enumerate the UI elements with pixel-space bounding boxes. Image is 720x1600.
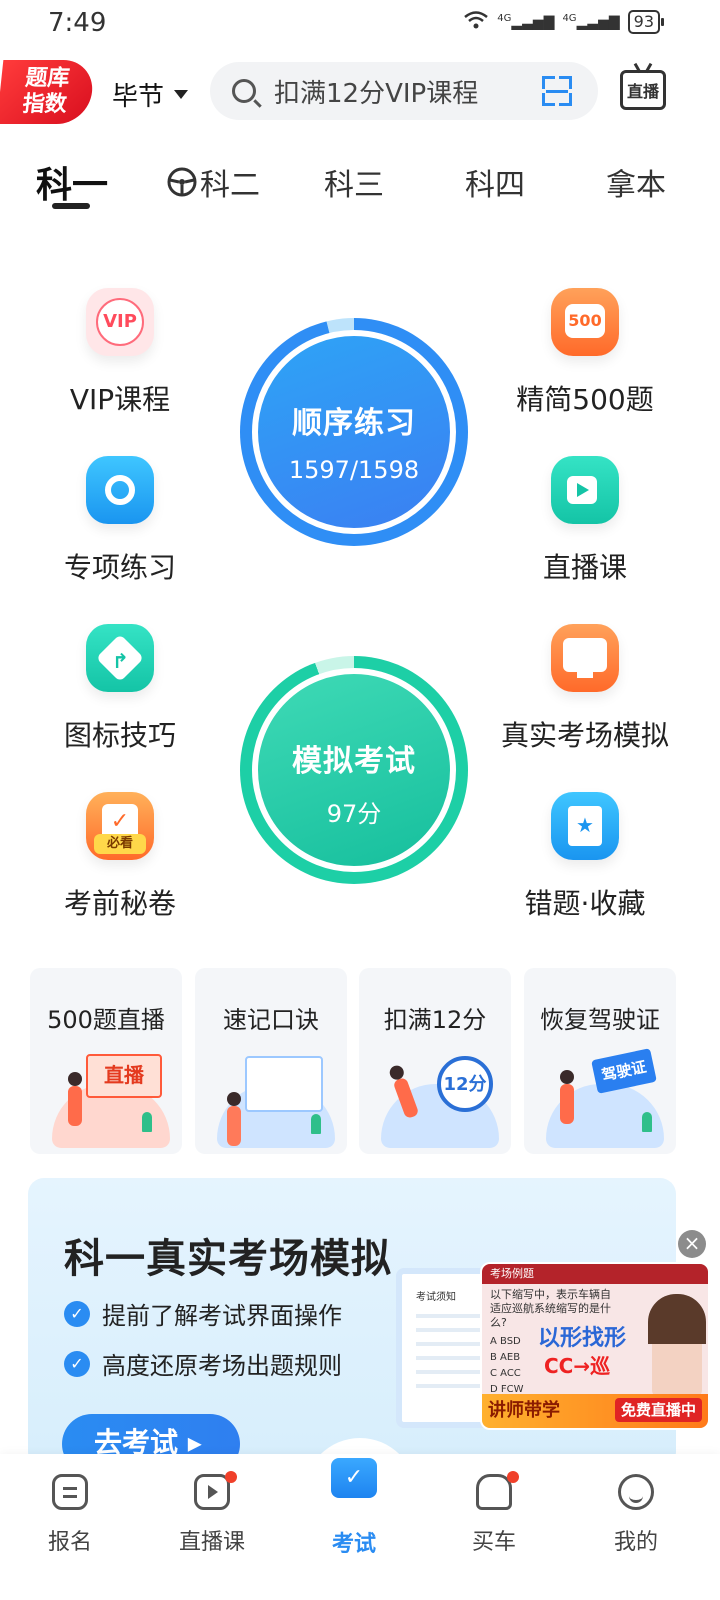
sign-tips-item[interactable]: ↱ 图标技巧 [35, 624, 205, 754]
real-exam-item[interactable]: 真实考场模拟 [500, 624, 670, 754]
order-practice-progress: 1597/1598 [288, 456, 420, 484]
notification-dot [507, 1471, 519, 1483]
check-icon: ✓ [64, 1300, 90, 1327]
simple-500-item[interactable]: 500 精简500题 [500, 288, 670, 418]
floating-live-video[interactable]: 考场例题 以下缩写中，表示车辆自适应巡航系统缩写的是什么? A BSD B AE… [480, 1262, 710, 1430]
live-illustration: 直播 [42, 1048, 170, 1148]
active-tab-indicator [52, 203, 90, 209]
city-label: 毕节 [112, 82, 165, 112]
mnemonics-illustration [207, 1048, 335, 1148]
status-time: 7:49 [48, 8, 107, 38]
search-bar[interactable]: 扣满12分VIP课程 [210, 62, 598, 120]
500-icon: 500 [551, 288, 619, 356]
target-icon [86, 456, 154, 524]
car-icon [476, 1471, 519, 1510]
tab-ke4[interactable]: 科四 [465, 160, 525, 204]
signal-icon: 4G▂▃▅▇ [497, 13, 555, 31]
special-practice-item[interactable]: 专项练习 [35, 456, 205, 586]
12-points-illustration: 12分 [371, 1048, 499, 1148]
vip-icon: VIP [86, 288, 154, 356]
signal-icon: 4G▂▃▅▇ [562, 13, 620, 31]
lecturer-avatar [648, 1294, 706, 1398]
promo-title: 科一真实考场模拟 [64, 1236, 392, 1282]
video-icon [551, 456, 619, 524]
wrong-favorites-item[interactable]: ★ 错题·收藏 [500, 792, 670, 922]
tab-ke2[interactable]: 科二 [166, 160, 260, 204]
battery-icon: 93 [627, 10, 665, 34]
search-placeholder: 扣满12分VIP课程 [274, 78, 479, 109]
status-icons: 4G▂▃▅▇ 4G▂▃▅▇ 93 [463, 10, 665, 34]
promo-bullet: ✓ 高度还原考场出题规则 [64, 1346, 342, 1381]
exam-folder-icon: ✓ [331, 1458, 377, 1498]
signup-icon [52, 1474, 88, 1510]
close-icon[interactable]: × [678, 1230, 706, 1258]
scan-icon[interactable] [542, 76, 572, 106]
question-bank-logo[interactable]: 题库 指数 [0, 60, 96, 124]
tab-nabén[interactable]: 拿本 [606, 160, 666, 204]
vip-course-item[interactable]: VIP VIP课程 [35, 288, 205, 418]
order-practice-title: 顺序练习 [292, 406, 416, 441]
nav-mine[interactable]: 我的 [576, 1474, 696, 1556]
profile-icon [618, 1474, 654, 1510]
notification-dot [225, 1471, 237, 1483]
direction-sign-icon: ↱ [86, 624, 154, 692]
mock-exam-title: 模拟考试 [292, 744, 416, 779]
live-tv-button[interactable]: 直播 [620, 70, 666, 110]
tab-ke1[interactable]: 科一 [36, 156, 108, 208]
order-practice-button[interactable]: 顺序练习 1597/1598 [240, 318, 468, 546]
mock-exam-button[interactable]: 模拟考试 97分 [240, 656, 468, 884]
subject-tabs: 科一 科二 科三 科四 拿本 [0, 150, 720, 220]
wifi-icon [463, 10, 489, 34]
secret-paper-item[interactable]: ✓ 必看 考前秘卷 [35, 792, 205, 922]
check-icon: ✓ [64, 1350, 90, 1377]
quick-card-mnemonics[interactable]: 速记口诀 [195, 968, 347, 1154]
steering-wheel-icon [167, 167, 197, 197]
bottom-nav: 报名 直播课 ✓ 考试 买车 我的 [0, 1454, 720, 1600]
nav-exam[interactable]: ✓ 考试 [294, 1458, 414, 1558]
city-selector[interactable]: 毕节 [112, 76, 189, 113]
tv-icon [194, 1471, 237, 1510]
nav-live-class[interactable]: 直播课 [152, 1471, 272, 1556]
quick-card-restore-license[interactable]: 恢复驾驶证 驾驶证 [524, 968, 676, 1154]
bookmark-star-icon: ★ [551, 792, 619, 860]
monitor-icon [551, 624, 619, 692]
quick-card-500-live[interactable]: 500题直播 直播 [30, 968, 182, 1154]
nav-signup[interactable]: 报名 [10, 1474, 130, 1556]
nav-buy-car[interactable]: 买车 [434, 1471, 554, 1556]
promo-bullet: ✓ 提前了解考试界面操作 [64, 1296, 342, 1331]
quick-card-12-points[interactable]: 扣满12分 12分 [359, 968, 511, 1154]
license-illustration: 驾驶证 [536, 1048, 664, 1148]
caret-down-icon [174, 90, 189, 99]
search-icon [232, 79, 256, 103]
mock-exam-score: 97分 [326, 800, 382, 828]
tab-ke3[interactable]: 科三 [324, 160, 384, 204]
live-class-item[interactable]: 直播课 [500, 456, 670, 586]
secret-paper-icon: ✓ 必看 [86, 792, 154, 860]
